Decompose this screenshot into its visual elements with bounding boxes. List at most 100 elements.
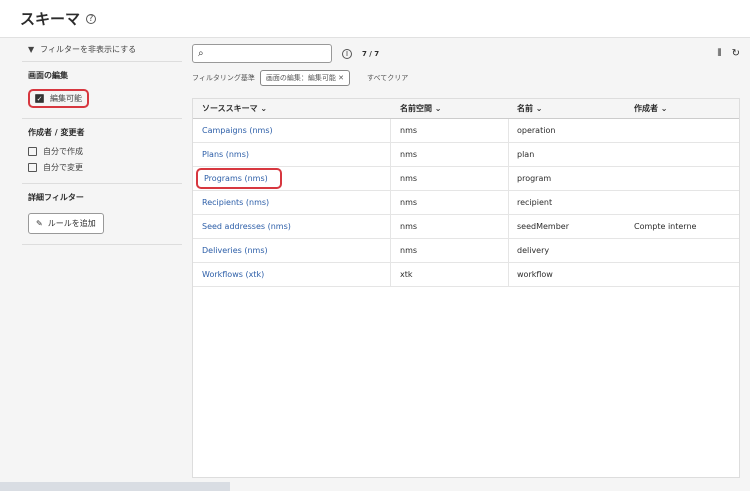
- refresh-icon[interactable]: ↻: [732, 48, 740, 59]
- table-header: ソーススキーマ ⌄ 名前空間 ⌄ 名前 ⌄ 作成者 ⌄: [193, 99, 739, 119]
- search-input[interactable]: ⌕: [192, 44, 332, 63]
- cell-text: plan: [517, 150, 535, 159]
- table-row[interactable]: Recipients (nms) nms recipient: [193, 191, 739, 215]
- table-cell: Recipients (nms): [193, 191, 391, 214]
- column-label: 名前空間: [400, 104, 432, 113]
- help-icon[interactable]: ?: [86, 13, 97, 24]
- table-cell: [626, 191, 739, 214]
- cell-text: nms: [400, 174, 418, 183]
- result-count: 7 / 7: [362, 49, 380, 58]
- table-row[interactable]: Programs (nms) nms program: [193, 167, 739, 191]
- table-cell: [626, 119, 739, 142]
- column-header-name[interactable]: 名前 ⌄: [509, 99, 626, 118]
- cell-text: nms: [400, 150, 418, 159]
- status-bar: [0, 482, 230, 491]
- schema-link[interactable]: Recipients (nms): [202, 198, 269, 207]
- filter-label: フィルタリング基準: [192, 74, 255, 82]
- table-cell: nms: [391, 143, 509, 166]
- table-cell: Workflows (xtk): [193, 263, 391, 286]
- section-title: 詳細フィルター: [28, 193, 84, 202]
- column-header-author[interactable]: 作成者 ⌄: [626, 99, 739, 118]
- filter-sidebar: ▼ フィルターを非表示にする 画面の編集 ✓ 編集可能 作成者 / 変更者 自分で…: [22, 38, 182, 245]
- cell-text: recipient: [517, 198, 553, 207]
- chevron-down-icon: ⌄: [660, 104, 668, 113]
- checkbox-icon: [28, 163, 37, 172]
- table-cell: program: [509, 167, 626, 190]
- schema-link[interactable]: Seed addresses (nms): [202, 222, 291, 231]
- table-cell: Deliveries (nms): [193, 239, 391, 262]
- schema-link[interactable]: Workflows (xtk): [202, 270, 264, 279]
- cell-text: seedMember: [517, 222, 569, 231]
- checkbox-modified-by-me[interactable]: 自分で変更: [28, 162, 176, 173]
- checkbox-checked-icon: ✓: [35, 94, 44, 103]
- chevron-down-icon: ⌄: [434, 104, 442, 113]
- add-rule-button[interactable]: ✎ ルールを追加: [28, 213, 104, 234]
- table-cell: Compte interne: [626, 215, 739, 238]
- table-row[interactable]: Campaigns (nms) nms operation: [193, 119, 739, 143]
- table-cell: seedMember: [509, 215, 626, 238]
- cell-text: nms: [400, 246, 418, 255]
- filter-section-author: 作成者 / 変更者 自分で作成 自分で変更: [22, 119, 182, 184]
- cell-text: operation: [517, 126, 556, 135]
- column-label: 名前: [517, 104, 533, 113]
- column-label: ソーススキーマ: [202, 104, 258, 113]
- checkbox-label: 自分で作成: [43, 147, 83, 156]
- table-row[interactable]: Workflows (xtk) xtk workflow: [193, 263, 739, 287]
- table-cell: Campaigns (nms): [193, 119, 391, 142]
- section-title: 画面の編集: [28, 71, 68, 80]
- table-cell: plan: [509, 143, 626, 166]
- cell-text: xtk: [400, 270, 413, 279]
- table-cell: [626, 239, 739, 262]
- chevron-down-icon: ⌄: [535, 104, 543, 113]
- column-header-namespace[interactable]: 名前空間 ⌄: [391, 99, 509, 118]
- table-cell: operation: [509, 119, 626, 142]
- table-cell: workflow: [509, 263, 626, 286]
- cell-text: Compte interne: [634, 222, 697, 231]
- checkbox-created-by-me[interactable]: 自分で作成: [28, 146, 176, 157]
- checkbox-label: 編集可能: [50, 94, 82, 103]
- filter-section-edit: 画面の編集 ✓ 編集可能: [22, 62, 182, 119]
- page-title: スキーマ: [20, 10, 81, 28]
- schema-link[interactable]: Programs (nms): [196, 168, 282, 189]
- table-cell: nms: [391, 215, 509, 238]
- filter-icon: ▼: [28, 45, 35, 54]
- info-icon[interactable]: i: [342, 48, 352, 59]
- schema-link[interactable]: Plans (nms): [202, 150, 249, 159]
- checkbox-label: 自分で変更: [43, 163, 83, 172]
- page-header: スキーマ ?: [0, 0, 750, 38]
- cell-text: nms: [400, 126, 418, 135]
- checkbox-editable[interactable]: ✓ 編集可能: [35, 93, 82, 104]
- filter-chip[interactable]: 画面の編集：編集可能 ✕: [259, 70, 350, 86]
- table-cell: delivery: [509, 239, 626, 262]
- table-row[interactable]: Deliveries (nms) nms delivery: [193, 239, 739, 263]
- cell-text: workflow: [517, 270, 553, 279]
- filter-chip-label: 画面の編集：編集可能: [265, 74, 336, 82]
- table-cell: nms: [391, 119, 509, 142]
- hide-filters-button[interactable]: ▼ フィルターを非表示にする: [22, 38, 182, 62]
- column-header-source[interactable]: ソーススキーマ ⌄: [193, 99, 391, 118]
- clear-all-button[interactable]: すべてクリア: [367, 73, 408, 83]
- section-title: 作成者 / 変更者: [28, 128, 85, 137]
- search-icon: ⌕: [198, 48, 204, 59]
- columns-icon[interactable]: ⦀: [717, 48, 721, 59]
- table-cell: Plans (nms): [193, 143, 391, 166]
- table-cell: xtk: [391, 263, 509, 286]
- schema-link[interactable]: Campaigns (nms): [202, 126, 273, 135]
- column-label: 作成者: [634, 104, 658, 113]
- table-cell: nms: [391, 167, 509, 190]
- filter-section-advanced: 詳細フィルター ✎ ルールを追加: [22, 184, 182, 245]
- table-row[interactable]: Seed addresses (nms) nms seedMember Compte …: [193, 215, 739, 239]
- table-row[interactable]: Plans (nms) nms plan: [193, 143, 739, 167]
- cell-text: nms: [400, 222, 418, 231]
- schema-link[interactable]: Deliveries (nms): [202, 246, 268, 255]
- table-cell: Programs (nms): [193, 167, 391, 190]
- table-cell: recipient: [509, 191, 626, 214]
- table-cell: nms: [391, 239, 509, 262]
- cell-text: program: [517, 174, 552, 183]
- hide-filters-label: フィルターを非表示にする: [40, 45, 137, 54]
- close-icon[interactable]: ✕: [338, 74, 344, 82]
- checkbox-icon: [28, 147, 37, 156]
- table-cell: Seed addresses (nms): [193, 215, 391, 238]
- table-cell: [626, 263, 739, 286]
- main-panel: ⌕ i 7 / 7 ⦀ ↻ フィルタリング基準 画面の編集：編集可能 ✕ すべてク…: [192, 44, 740, 478]
